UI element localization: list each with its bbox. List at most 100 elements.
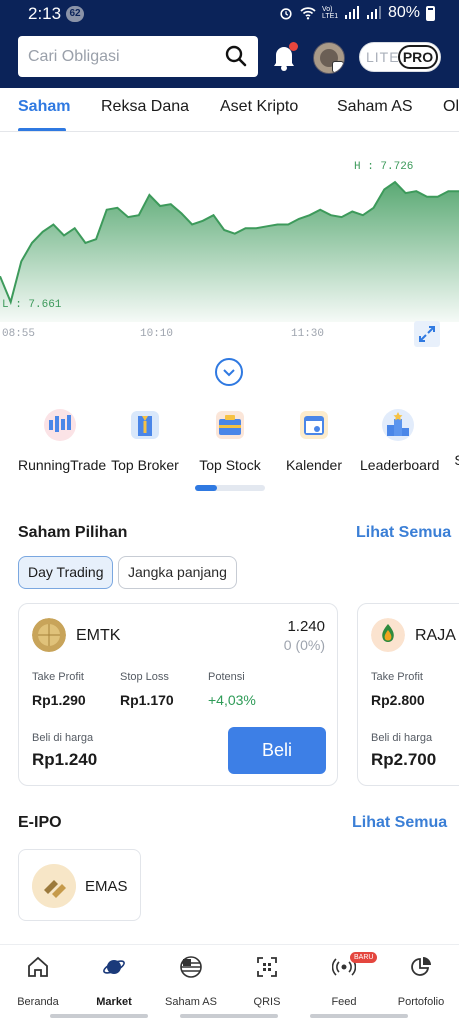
status-bar: 2:13 62 Vo) LTE1 80% <box>0 0 459 28</box>
take-profit-value: Rp1.290 <box>32 692 86 708</box>
stock-card-raja[interactable]: RAJA Take Profit Rp2.800 Beli di harga R… <box>357 603 459 786</box>
shortcut-label: Leaderboard <box>360 457 440 473</box>
nav-market[interactable]: Market <box>76 955 152 1008</box>
buy-at-price: Rp1.240 <box>32 750 98 769</box>
us-flag-icon <box>180 956 202 978</box>
nav-label: Beranda <box>17 996 59 1008</box>
tab-obligasi[interactable]: Ol <box>443 98 459 116</box>
market-tabs: Saham Reksa Dana Aset Kripto Saham AS Ol <box>0 88 459 132</box>
leaderboard-icon <box>382 409 414 441</box>
emas-logo-icon <box>32 864 76 908</box>
status-icons: Vo) LTE1 80% <box>278 4 435 22</box>
stock-card-emtk[interactable]: EMTK 1.240 0 (0%) Take Profit Rp1.290 St… <box>18 603 338 786</box>
nav-saham-as[interactable]: Saham AS <box>153 955 229 1008</box>
signal-icon <box>344 6 359 19</box>
chart-x-tick: 10:10 <box>140 328 174 340</box>
avatar[interactable] <box>313 42 345 74</box>
alarm-icon <box>280 8 292 20</box>
lite-pro-toggle[interactable]: LITE PRO <box>359 42 441 72</box>
saham-pilihan-see-all-link[interactable]: Lihat Semua <box>356 524 451 542</box>
tab-reksa-dana[interactable]: Reksa Dana <box>101 98 189 116</box>
battery-percent: 80% <box>387 4 420 21</box>
buy-at-label: Beli di harga <box>371 732 433 744</box>
emtk-logo-icon <box>32 618 66 652</box>
eipo-title: E-IPO <box>18 814 62 831</box>
tab-saham[interactable]: Saham <box>18 98 70 116</box>
search-box[interactable] <box>18 36 258 77</box>
qris-icon <box>257 957 277 977</box>
shortcut-label: Top Broker <box>111 457 179 473</box>
app-header: 2:13 62 Vo) LTE1 80% LITE PRO <box>0 0 459 88</box>
network-label: Vo) LTE1 <box>321 6 339 20</box>
filter-day-trading[interactable]: Day Trading <box>18 556 114 589</box>
search-input[interactable] <box>18 36 208 77</box>
stock-price: 1.240 <box>287 618 325 635</box>
saham-pilihan-title: Saham Pilihan <box>18 524 128 541</box>
take-profit-label: Take Profit <box>32 671 84 683</box>
stock-code: EMTK <box>76 627 121 644</box>
stock-code: RAJA <box>415 627 456 644</box>
nav-portofolio[interactable]: Portofolio <box>383 955 459 1008</box>
status-time: 2:13 <box>28 4 62 23</box>
nav-qris[interactable]: QRIS <box>229 955 305 1008</box>
raja-logo-icon <box>371 618 405 652</box>
chart-low-label: L : 7.661 <box>2 299 62 311</box>
top-stock-icon <box>216 411 244 439</box>
bottom-navigation: Beranda Market Saham AS QRIS BARU Feed P… <box>0 944 459 1024</box>
nav-beranda[interactable]: Beranda <box>0 955 76 1008</box>
signal-icon-2 <box>366 6 381 19</box>
chart-area <box>0 182 459 322</box>
new-badge: BARU <box>350 952 378 963</box>
take-profit-label: Take Profit <box>371 671 423 683</box>
avatar-badge-icon <box>332 61 344 73</box>
take-profit-value: Rp2.800 <box>371 692 425 708</box>
index-chart[interactable]: H : 7.726 L : 7.661 08:55 10:10 11:30 <box>0 132 459 352</box>
gesture-bar <box>310 1014 408 1018</box>
mode-pro[interactable]: PRO <box>398 45 438 69</box>
tab-saham-as[interactable]: Saham AS <box>337 98 413 116</box>
shortcut-label: RunningTrade <box>18 457 107 473</box>
gesture-bar <box>180 1014 278 1018</box>
shortcut-top-broker[interactable]: Top Broker <box>111 408 179 473</box>
expand-chart-button[interactable] <box>414 321 440 347</box>
tab-aset-kripto[interactable]: Aset Kripto <box>220 98 298 116</box>
shortcut-top-stock[interactable]: Top Stock <box>199 408 261 473</box>
portfolio-icon <box>411 957 431 976</box>
stop-loss-label: Stop Loss <box>120 671 169 683</box>
buy-button[interactable]: Beli <box>228 727 326 774</box>
shortcut-menu: RunningTrade Top Broker Top Stock Kalend… <box>0 408 459 478</box>
calendar-icon <box>300 411 328 439</box>
potensi-label: Potensi <box>208 671 245 683</box>
eipo-card-emas[interactable]: EMAS <box>18 849 141 921</box>
toggle-chart-button[interactable] <box>215 358 243 386</box>
shortcut-running-trade[interactable]: RunningTrade <box>18 408 107 473</box>
search-icon[interactable] <box>224 44 248 68</box>
wifi-icon <box>300 7 316 20</box>
stop-loss-value: Rp1.170 <box>120 692 174 708</box>
nav-feed[interactable]: BARU Feed <box>306 952 382 1008</box>
running-trade-icon <box>44 409 76 441</box>
gesture-bar <box>50 1014 148 1018</box>
shortcut-kalender[interactable]: Kalender <box>284 408 344 473</box>
buy-at-label: Beli di harga <box>32 732 94 744</box>
nav-label: Feed <box>331 996 357 1008</box>
mode-lite[interactable]: LITE <box>366 49 400 65</box>
filter-jangka-panjang[interactable]: Jangka panjang <box>118 556 237 589</box>
shortcut-pager <box>195 485 265 491</box>
nav-label: Saham AS <box>165 996 217 1008</box>
battery-icon <box>426 5 435 21</box>
eipo-see-all-link[interactable]: Lihat Semua <box>352 814 447 832</box>
chart-high-label: H : 7.726 <box>354 161 414 173</box>
shortcut-next[interactable]: S <box>454 408 459 468</box>
nav-label: QRIS <box>253 996 281 1008</box>
shortcut-label: S <box>454 452 459 468</box>
market-icon <box>103 960 125 974</box>
shortcut-leaderboard[interactable]: Leaderboard <box>360 408 440 473</box>
nav-label: Market <box>96 996 132 1008</box>
shortcut-next-icon <box>454 408 459 442</box>
expand-icon <box>419 326 435 342</box>
eipo-code: EMAS <box>85 878 128 895</box>
shortcut-label: Kalender <box>285 457 343 473</box>
notification-bell[interactable] <box>270 42 298 72</box>
notification-count-badge: 62 <box>66 6 84 22</box>
